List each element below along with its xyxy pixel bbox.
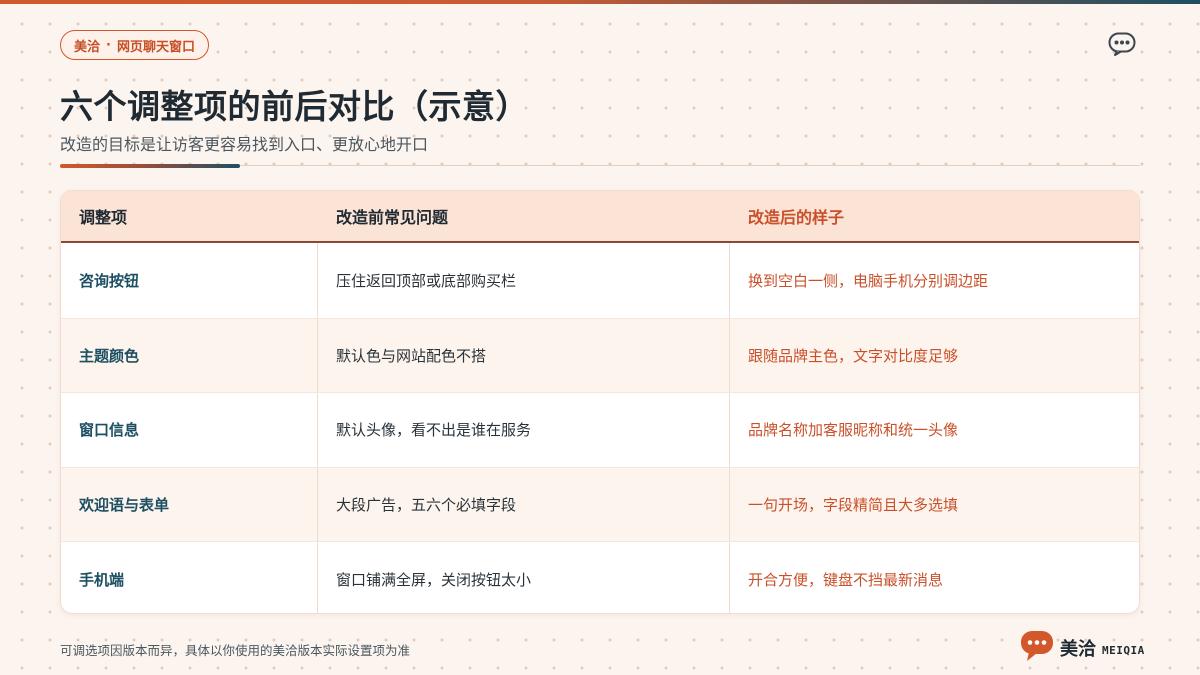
cell-item: 窗口信息	[61, 393, 318, 467]
chat-bubble-dots-icon[interactable]	[1108, 32, 1136, 56]
comparison-table: 调整项 改造前常见问题 改造后的样子 咨询按钮 压住返回顶部或底部购买栏 换到空…	[60, 190, 1140, 614]
header-after: 改造后的样子	[748, 208, 845, 227]
title-accent-bar	[60, 164, 240, 168]
logo-name: 美洽	[1060, 639, 1096, 660]
chat-bubble-logo-icon	[1020, 630, 1054, 666]
brand-pill-brand: 美洽	[74, 39, 101, 55]
brand-pill-label: 网页聊天窗口	[116, 39, 195, 55]
cell-item: 手机端	[61, 542, 318, 613]
cell-item: 咨询按钮	[61, 243, 318, 318]
footer-logo: 美洽 MEIQIA	[1020, 630, 1145, 666]
table-row: 咨询按钮 压住返回顶部或底部购买栏 换到空白一侧，电脑手机分别调边距	[61, 243, 1139, 318]
logo-latin: MEIQIA	[1102, 643, 1145, 657]
cell-before: 压住返回顶部或底部购买栏	[318, 243, 730, 318]
table-header-row: 调整项 改造前常见问题 改造后的样子	[61, 191, 1139, 243]
cell-after: 换到空白一侧，电脑手机分别调边距	[748, 271, 989, 290]
table-row: 手机端 窗口铺满全屏，关闭按钮太小 开合方便，键盘不挡最新消息	[61, 541, 1139, 613]
page-title: 六个调整项的前后对比（示意）	[60, 87, 529, 126]
footnote: 可调选项因版本而异，具体以你使用的美洽版本实际设置项为准	[60, 643, 411, 658]
top-accent-bar	[0, 0, 1200, 4]
table-body: 咨询按钮 压住返回顶部或底部购买栏 换到空白一侧，电脑手机分别调边距 主题颜色 …	[61, 243, 1139, 613]
header-item: 调整项	[79, 208, 128, 227]
cell-before: 默认头像，看不出是谁在服务	[318, 393, 730, 467]
cell-before: 大段广告，五六个必填字段	[318, 467, 730, 542]
cell-item: 欢迎语与表单	[61, 467, 318, 542]
page-subtitle: 改造的目标是让访客更容易找到入口、更放心地开口	[60, 135, 429, 154]
cell-after: 品牌名称加客服昵称和统一头像	[748, 421, 959, 440]
cell-item: 主题颜色	[61, 318, 318, 393]
cell-after: 跟随品牌主色，文字对比度足够	[748, 346, 959, 365]
cell-after: 一句开场，字段精简且大多选填	[748, 496, 959, 515]
table-row: 窗口信息 默认头像，看不出是谁在服务 品牌名称加客服昵称和统一头像	[61, 392, 1139, 467]
brand-pill-separator: ·	[106, 37, 111, 53]
table-row: 欢迎语与表单 大段广告，五六个必填字段 一句开场，字段精简且大多选填	[61, 466, 1139, 542]
table-row: 主题颜色 默认色与网站配色不搭 跟随品牌主色，文字对比度足够	[61, 317, 1139, 393]
cell-before: 默认色与网站配色不搭	[318, 318, 730, 393]
header-before: 改造前常见问题	[336, 208, 449, 227]
cell-after: 开合方便，键盘不挡最新消息	[748, 570, 944, 589]
brand-pill: 美洽 · 网页聊天窗口	[60, 30, 209, 60]
cell-before: 窗口铺满全屏，关闭按钮太小	[318, 542, 730, 613]
